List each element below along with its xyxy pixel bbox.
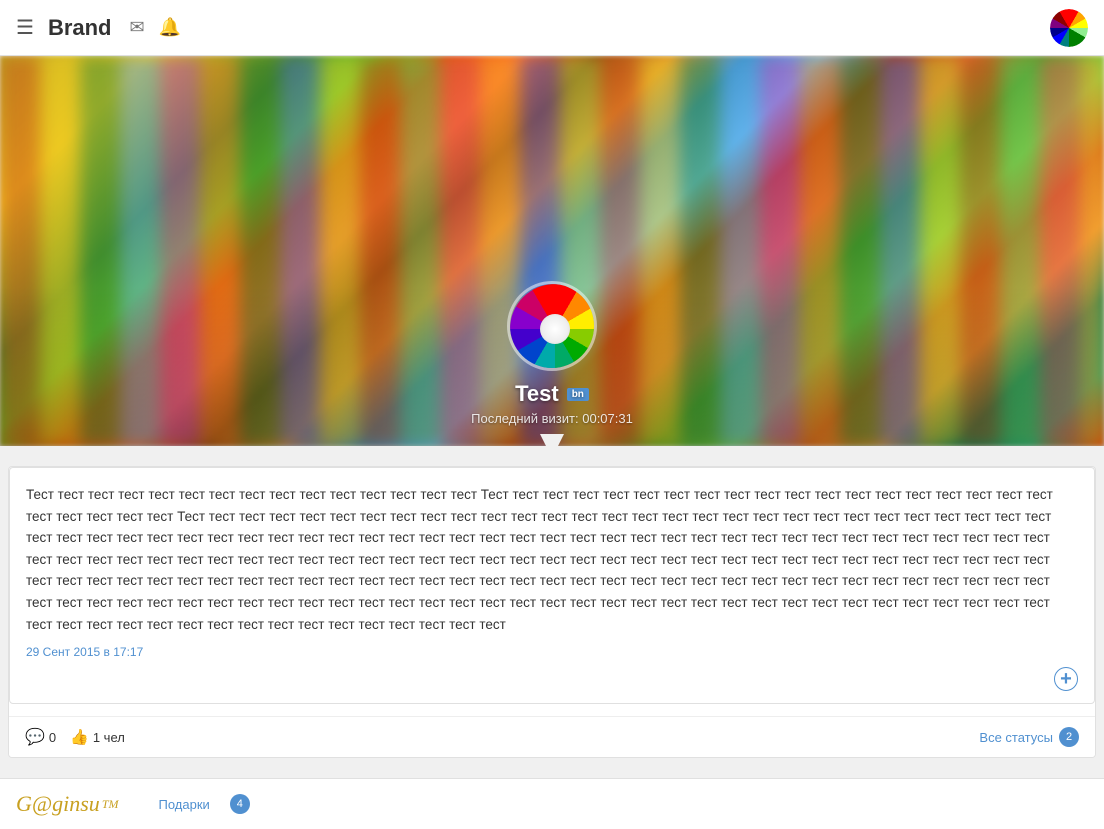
status-add-button[interactable]: + [1054,667,1078,691]
profile-avatar-wheel [510,284,597,371]
profile-last-visit: Последний визит: 00:07:31 [471,411,633,426]
hamburger-icon[interactable]: ☰ [16,15,34,40]
navbar: ☰ Brand ✉ 🔔 [0,0,1104,56]
brand-title: Brand [48,15,112,41]
status-card-wrapper: Тест тест тест тест тест тест тест тест … [8,466,1096,758]
like-icon[interactable]: 👍 [70,728,89,746]
logo-tm: TM [102,797,119,812]
status-footer: 💬 0 👍 1 чел Все статусы 2 [9,716,1095,757]
gifts-link[interactable]: Подарки [158,797,209,812]
cover-profile: Test bn Последний визит: 00:07:31 [0,281,1104,446]
comment-count: 0 [49,730,56,745]
bottom-section: G@ginsuTM Подарки 4 [0,778,1104,829]
bottom-logo: G@ginsuTM [16,791,118,817]
status-date[interactable]: 29 Сент 2015 в 17:17 [26,645,1078,659]
gifts-badge: 4 [230,794,250,814]
comment-icon[interactable]: 💬 [25,727,45,747]
profile-avatar[interactable] [507,281,597,371]
status-total-badge: 2 [1059,727,1079,747]
status-card: Тест тест тест тест тест тест тест тест … [9,467,1095,704]
like-count: 1 чел [93,730,125,745]
avatar-center [540,314,570,344]
status-footer-right: Все статусы 2 [979,727,1079,747]
navbar-avatar[interactable] [1050,9,1088,47]
profile-badge: bn [567,388,589,401]
profile-name-text: Test [515,381,559,407]
mail-icon[interactable]: ✉ [130,17,145,38]
bell-icon[interactable]: 🔔 [159,17,181,38]
main-content: Тест тест тест тест тест тест тест тест … [0,446,1104,778]
logo-text: G@ginsu [16,791,100,817]
all-statuses-link[interactable]: Все статусы [979,730,1053,745]
avatar-wheel [1050,9,1088,47]
status-actions-row: + [26,667,1078,691]
profile-name-row: Test bn [515,381,589,407]
cover-section: Test bn Последний визит: 00:07:31 [0,56,1104,446]
status-text: Тест тест тест тест тест тест тест тест … [26,484,1078,635]
